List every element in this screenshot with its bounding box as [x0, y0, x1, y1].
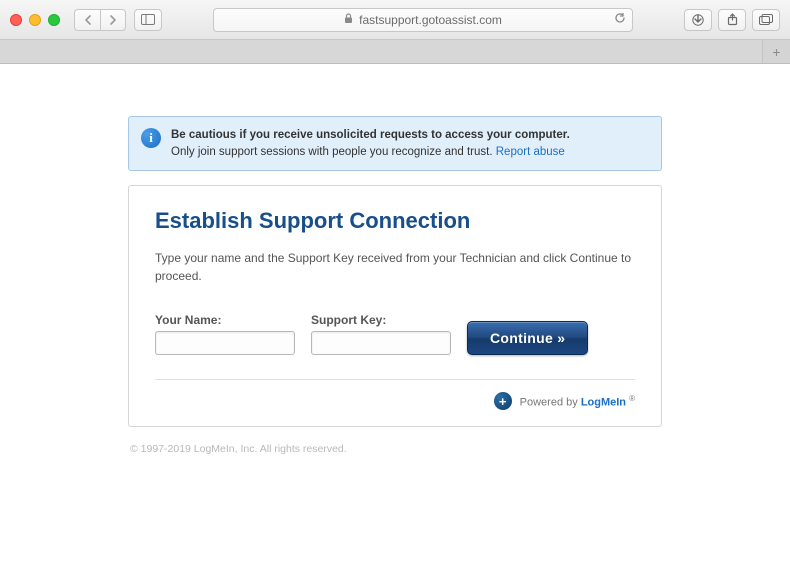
forward-button[interactable]	[100, 9, 126, 31]
powered-prefix: Powered by	[520, 396, 581, 408]
back-button[interactable]	[74, 9, 100, 31]
new-tab-button[interactable]: +	[762, 40, 790, 63]
caution-bold: Be cautious if you receive unsolicited r…	[171, 129, 570, 141]
name-label: Your Name:	[155, 313, 295, 327]
name-field: Your Name:	[155, 313, 295, 355]
browser-toolbar: fastsupport.gotoassist.com	[0, 0, 790, 40]
share-button[interactable]	[718, 9, 746, 31]
continue-button[interactable]: Continue »	[467, 321, 588, 355]
registered-mark: ®	[629, 394, 635, 403]
page-content: i Be cautious if you receive unsolicited…	[0, 64, 790, 573]
caution-text: Be cautious if you receive unsolicited r…	[171, 127, 570, 160]
card-title: Establish Support Connection	[155, 208, 635, 234]
caution-banner: i Be cautious if you receive unsolicited…	[128, 116, 662, 171]
key-input[interactable]	[311, 331, 451, 355]
nav-buttons	[74, 9, 126, 31]
name-input[interactable]	[155, 331, 295, 355]
key-label: Support Key:	[311, 313, 451, 327]
card-description: Type your name and the Support Key recei…	[155, 250, 635, 285]
powered-text: Powered by LogMeIn ®	[520, 394, 635, 409]
lock-icon	[344, 13, 353, 27]
powered-by: + Powered by LogMeIn ®	[155, 379, 635, 410]
tab-strip: +	[0, 40, 790, 64]
window-controls	[10, 14, 60, 26]
info-icon: i	[141, 128, 161, 148]
connection-card: Establish Support Connection Type your n…	[128, 185, 662, 427]
close-window-button[interactable]	[10, 14, 22, 26]
connection-form: Your Name: Support Key: Continue »	[155, 313, 635, 355]
sidebar-button[interactable]	[134, 9, 162, 31]
address-bar[interactable]: fastsupport.gotoassist.com	[213, 8, 633, 32]
downloads-button[interactable]	[684, 9, 712, 31]
key-field: Support Key:	[311, 313, 451, 355]
toolbar-right	[684, 9, 780, 31]
report-abuse-link[interactable]: Report abuse	[496, 146, 565, 158]
logmein-link[interactable]: LogMeIn	[581, 396, 626, 408]
zoom-window-button[interactable]	[48, 14, 60, 26]
copyright-text: © 1997-2019 LogMeIn, Inc. All rights res…	[128, 443, 662, 455]
minimize-window-button[interactable]	[29, 14, 41, 26]
logmein-plus-icon: +	[494, 392, 512, 410]
refresh-icon[interactable]	[614, 12, 626, 27]
caution-body: Only join support sessions with people y…	[171, 146, 496, 158]
address-url: fastsupport.gotoassist.com	[359, 13, 502, 27]
address-bar-wrap: fastsupport.gotoassist.com	[170, 8, 676, 32]
tabs-button[interactable]	[752, 9, 780, 31]
